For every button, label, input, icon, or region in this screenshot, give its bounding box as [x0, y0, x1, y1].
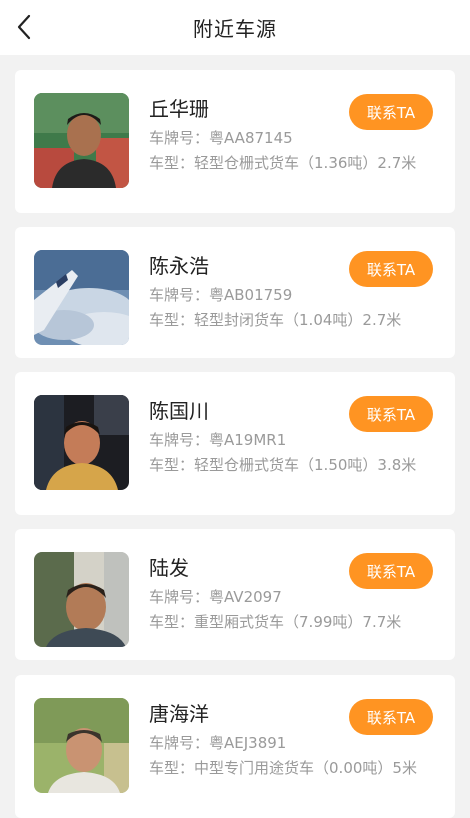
vehicle-card[interactable]: 陈永浩 车牌号：粤AB01759 车型：轻型封闭货车（1.04吨）2.7米 联系…	[15, 227, 455, 358]
vehicle-model: 车型：轻型封闭货车（1.04吨）2.7米	[149, 311, 402, 329]
contact-button[interactable]: 联系TA	[349, 699, 433, 735]
vehicle-card[interactable]: 唐海洋 车牌号：粤AEJ3891 车型：中型专门用途货车（0.00吨）5米 联系…	[15, 675, 455, 818]
driver-avatar	[34, 698, 129, 793]
vehicle-model: 车型：轻型仓栅式货车（1.50吨）3.8米	[149, 456, 417, 474]
plate-number: 车牌号：粤AB01759	[149, 286, 293, 304]
vehicle-model: 车型：中型专门用途货车（0.00吨）5米	[149, 759, 417, 777]
driver-name: 陆发	[149, 556, 189, 580]
top-bar: 附近车源	[0, 0, 470, 55]
vehicle-card[interactable]: 陈国川 车牌号：粤A19MR1 车型：轻型仓栅式货车（1.50吨）3.8米 联系…	[15, 372, 455, 515]
driver-name: 陈永浩	[149, 254, 209, 278]
plate-number: 车牌号：粤A19MR1	[149, 431, 287, 449]
driver-avatar	[34, 93, 129, 188]
driver-avatar	[34, 552, 129, 647]
plate-number: 车牌号：粤AV2097	[149, 588, 282, 606]
driver-avatar	[34, 250, 129, 345]
contact-button[interactable]: 联系TA	[349, 396, 433, 432]
contact-button[interactable]: 联系TA	[349, 553, 433, 589]
driver-name: 陈国川	[149, 399, 209, 423]
vehicle-card[interactable]: 陆发 车牌号：粤AV2097 车型：重型厢式货车（7.99吨）7.7米 联系TA	[15, 529, 455, 660]
driver-name: 唐海洋	[149, 702, 209, 726]
contact-button[interactable]: 联系TA	[349, 251, 433, 287]
plate-number: 车牌号：粤AA87145	[149, 129, 293, 147]
vehicle-model: 车型：轻型仓栅式货车（1.36吨）2.7米	[149, 154, 417, 172]
vehicle-card[interactable]: 丘华珊 车牌号：粤AA87145 车型：轻型仓栅式货车（1.36吨）2.7米 联…	[15, 70, 455, 213]
driver-name: 丘华珊	[149, 97, 209, 121]
vehicle-model: 车型：重型厢式货车（7.99吨）7.7米	[149, 613, 402, 631]
contact-button[interactable]: 联系TA	[349, 94, 433, 130]
page-title: 附近车源	[193, 17, 277, 41]
plate-number: 车牌号：粤AEJ3891	[149, 734, 287, 752]
driver-avatar	[34, 395, 129, 490]
